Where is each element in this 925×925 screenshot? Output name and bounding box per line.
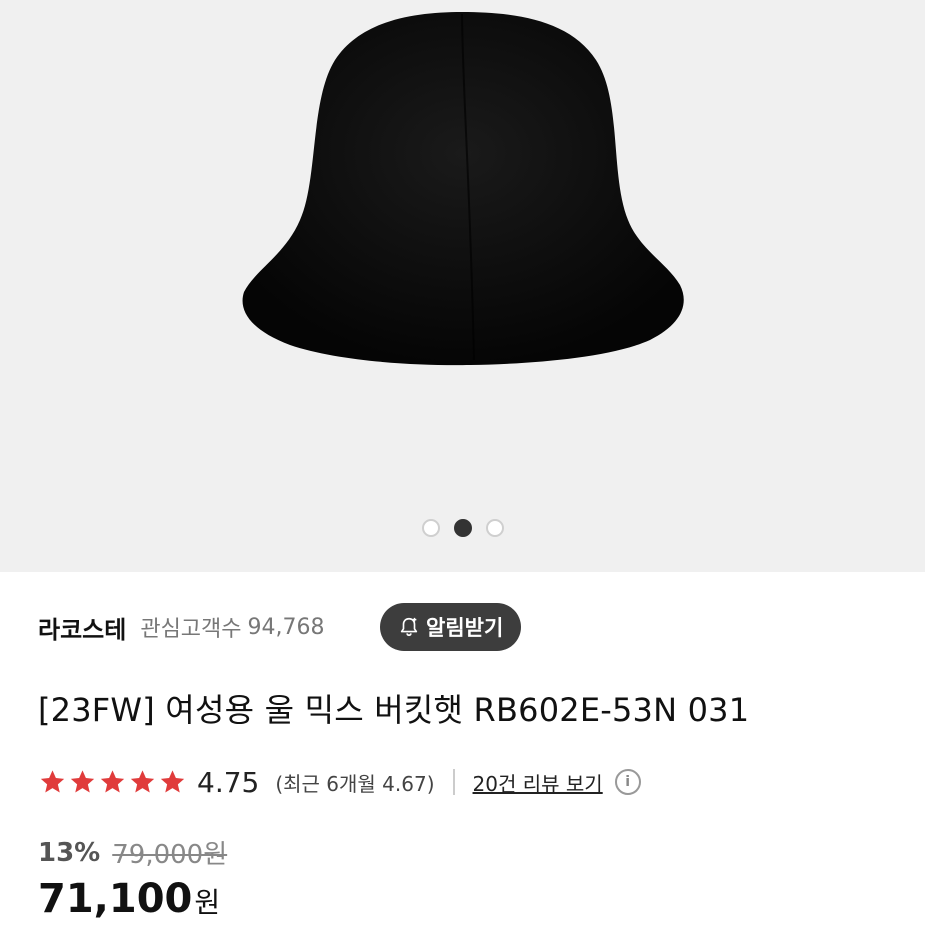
discount-row: 13% 79,000원 xyxy=(38,834,227,871)
star-icon xyxy=(130,770,155,793)
carousel-dot-2[interactable] xyxy=(453,519,472,537)
product-image-carousel[interactable] xyxy=(0,0,925,572)
sale-price: 71,100 xyxy=(38,876,193,922)
divider xyxy=(452,769,455,795)
star-icon xyxy=(160,770,185,793)
rating-value: 4.75 xyxy=(197,765,260,799)
review-link[interactable]: 20건 리뷰 보기 xyxy=(473,768,603,797)
currency-unit: 원 xyxy=(194,886,221,919)
star-icon xyxy=(70,770,95,793)
star-rating xyxy=(38,768,187,796)
product-image xyxy=(242,12,684,366)
star-icon xyxy=(100,770,125,793)
rating-row: 4.75 (최근 6개월 4.67) 20건 리뷰 보기 i xyxy=(38,762,898,802)
carousel-pagination xyxy=(0,519,925,537)
recent-rating: (최근 6개월 4.67) xyxy=(275,771,435,796)
discount-rate: 13% xyxy=(38,837,101,868)
notify-button[interactable]: 알림받기 xyxy=(380,603,522,651)
brand-name[interactable]: 라코스테 xyxy=(38,610,126,645)
star-icon xyxy=(40,770,65,793)
carousel-dot-1[interactable] xyxy=(421,519,440,537)
fans-count: 94,768 xyxy=(247,614,325,640)
bell-plus-icon xyxy=(400,617,418,637)
price-row: 71,100 원 xyxy=(38,876,220,922)
info-icon[interactable]: i xyxy=(614,769,641,795)
original-price: 79,000원 xyxy=(112,840,228,870)
fans-label: 관심고객수 xyxy=(140,617,242,642)
product-title: [23FW] 여성용 울 믹스 버킷햇 RB602E-53N 031 xyxy=(38,691,750,729)
brand-row: 라코스테 관심고객수 94,768 알림받기 xyxy=(38,603,888,651)
carousel-dot-3[interactable] xyxy=(485,519,504,537)
notify-button-label: 알림받기 xyxy=(426,616,504,640)
